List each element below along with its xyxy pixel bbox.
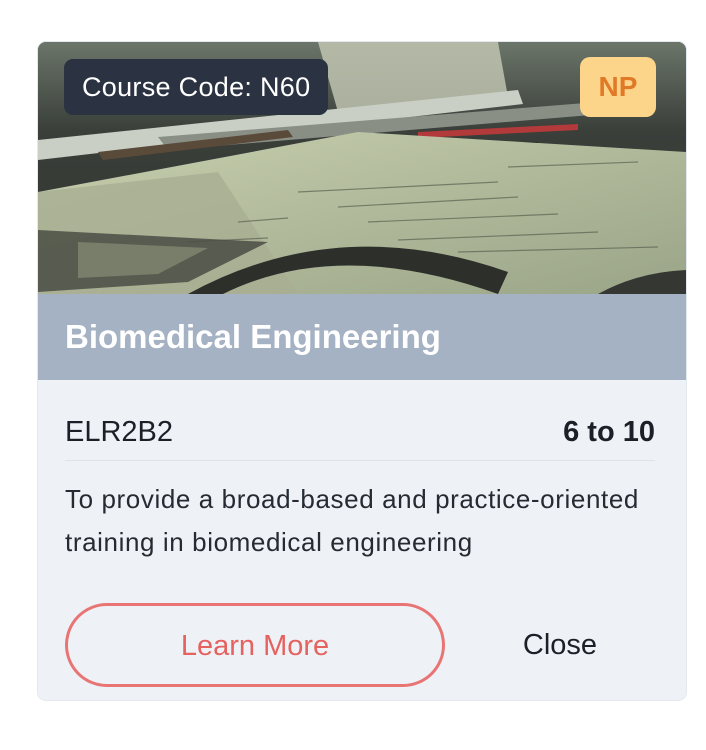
learn-more-button[interactable]: Learn More	[65, 603, 445, 687]
course-card: Course Code: N60 NP Biomedical Engineeri…	[38, 42, 686, 700]
title-bar: Biomedical Engineering	[38, 294, 686, 380]
course-meta-row: ELR2B2 6 to 10	[65, 406, 655, 458]
course-range: 6 to 10	[563, 416, 655, 448]
course-id: ELR2B2	[65, 416, 174, 448]
divider	[65, 460, 655, 461]
course-image: Course Code: N60 NP	[38, 42, 686, 294]
course-description: To provide a broad-based and practice-or…	[65, 484, 639, 557]
course-code-badge: Course Code: N60	[64, 59, 329, 115]
close-button[interactable]: Close	[500, 603, 620, 687]
course-title: Biomedical Engineering	[65, 318, 441, 355]
level-badge: NP	[580, 57, 656, 117]
